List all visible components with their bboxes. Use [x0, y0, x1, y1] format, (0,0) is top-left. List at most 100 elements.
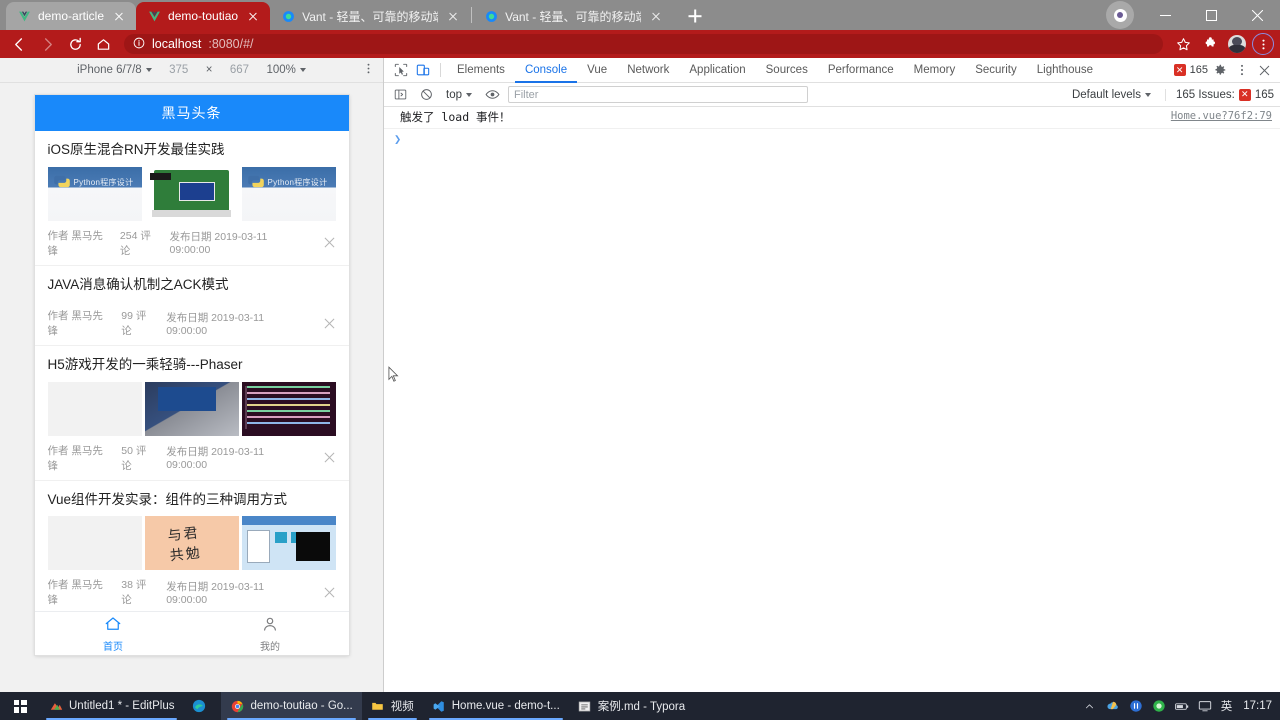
home-button[interactable]	[90, 31, 116, 57]
console-issues-link[interactable]: 165 Issues: ✕ 165	[1164, 88, 1274, 101]
console-levels-selector[interactable]: Default levels	[1072, 89, 1151, 101]
devtools-tab-memory[interactable]: Memory	[904, 58, 966, 83]
device-more-options-icon[interactable]	[362, 62, 375, 78]
window-minimize-button[interactable]	[1142, 0, 1188, 30]
devtools-tab-sources[interactable]: Sources	[756, 58, 818, 83]
error-icon: ✕	[1173, 64, 1186, 76]
chevron-up-icon[interactable]	[1083, 699, 1097, 713]
display-icon[interactable]	[1198, 699, 1212, 713]
devtools-tab-lighthouse[interactable]: Lighthouse	[1027, 58, 1103, 83]
taskbar-item-chrome[interactable]: demo-toutiao - Go...	[221, 692, 362, 720]
windows-start-icon	[13, 699, 27, 713]
browser-tab-3[interactable]: Vant - 轻量、可靠的移动端组件	[473, 2, 673, 30]
devtools-tab-vue[interactable]: Vue	[577, 58, 617, 83]
green-circle-icon[interactable]	[1152, 699, 1166, 713]
inspect-cursor-icon[interactable]	[390, 59, 412, 81]
extensions-puzzle-icon[interactable]	[1198, 32, 1222, 56]
taskbar-item-folder[interactable]: 视频	[362, 692, 423, 720]
article-date: 发布日期 2019-03-11 09:00:00	[166, 311, 265, 337]
zoom-value: 100%	[266, 64, 296, 76]
device-width-input[interactable]: 375	[162, 64, 196, 76]
tab-close-icon[interactable]	[111, 8, 127, 24]
taskbar-item-edge[interactable]	[183, 692, 221, 720]
live-expression-eye-icon[interactable]	[482, 85, 502, 105]
battery-icon[interactable]	[1174, 699, 1189, 713]
article-list[interactable]: iOS原生混合RN开发最佳实践 Python程序设计 Python程序设计 作者…	[34, 131, 349, 611]
console-prompt-row[interactable]: ❯	[384, 129, 1280, 149]
chrome-menu-kebab-icon[interactable]	[1252, 33, 1274, 55]
browser-tab-2[interactable]: Vant - 轻量、可靠的移动端组件	[270, 2, 470, 30]
device-zoom-selector[interactable]: 100%	[266, 64, 306, 76]
article-author: 作者 黑马先锋	[47, 579, 103, 607]
folder-icon	[371, 699, 385, 713]
article-item[interactable]: Vue组件开发实录：组件的三种调用方式 作者 黑马先锋 38 评论	[35, 481, 349, 611]
device-height-input[interactable]: 667	[222, 64, 256, 76]
taskbar-item-label: demo-toutiao - Go...	[250, 700, 353, 712]
window-maximize-button[interactable]	[1188, 0, 1234, 30]
article-item[interactable]: JAVA消息确认机制之ACK模式 作者 黑马先锋 99 评论 发布日期 2019…	[34, 266, 349, 347]
gear-icon[interactable]	[1210, 60, 1230, 80]
window-profile-button[interactable]	[1106, 1, 1134, 29]
console-output[interactable]: 触发了 load 事件！ Home.vue?76f2:79 ❯	[384, 107, 1280, 692]
article-dislike-close-icon[interactable]	[323, 236, 335, 249]
reload-button[interactable]	[62, 31, 88, 57]
taskbar-item-typora[interactable]: 案例.md - Typora	[569, 692, 694, 720]
article-dislike-close-icon[interactable]	[323, 317, 335, 330]
window-close-button[interactable]	[1234, 0, 1280, 30]
error-count-badge[interactable]: ✕ 165	[1173, 64, 1208, 76]
console-sidebar-icon[interactable]	[390, 85, 410, 105]
kebab-menu-icon[interactable]	[1232, 60, 1252, 80]
forward-button[interactable]	[34, 31, 60, 57]
devtools-tab-performance[interactable]: Performance	[818, 58, 904, 83]
browser-tab-strip: demo-article demo-toutiao Vant - 轻量、可靠的移…	[0, 0, 1280, 30]
article-comments: 254 评论	[119, 229, 151, 257]
taskbar-item-vscode[interactable]: Home.vue - demo-t...	[423, 692, 569, 720]
device-selector[interactable]: iPhone 6/7/8	[77, 64, 152, 76]
devtools-tab-network[interactable]: Network	[617, 58, 679, 83]
cloud-icon[interactable]	[1106, 699, 1120, 713]
article-author: 作者 黑马先锋	[47, 229, 103, 257]
taskbar-item-editplus[interactable]: Untitled1 * - EditPlus	[40, 692, 183, 720]
console-message-text: 触发了 load 事件！	[400, 110, 511, 124]
clock[interactable]: 17:17	[1241, 700, 1272, 712]
console-message-source-link[interactable]: Home.vue?76f2:79	[1171, 110, 1272, 122]
device-emulation-pane: iPhone 6/7/8 375 × 667 100% 黑马头条 iOS原生混合…	[0, 58, 384, 692]
article-date: 发布日期 2019-03-11 09:00:00	[166, 446, 265, 472]
pause-circle-icon[interactable]	[1129, 699, 1143, 713]
error-count: 165	[1189, 64, 1208, 76]
clear-console-icon[interactable]	[416, 85, 436, 105]
site-info-icon[interactable]	[133, 37, 145, 52]
devtools-tab-elements[interactable]: Elements	[447, 58, 515, 83]
article-thumbnail-image	[241, 516, 336, 571]
tabbar-item-home[interactable]: 首页	[35, 612, 192, 655]
devtools-tab-security[interactable]: Security	[965, 58, 1027, 83]
browser-tab-0[interactable]: demo-article	[6, 2, 137, 30]
article-dislike-close-icon[interactable]	[323, 451, 335, 464]
console-context-value: top	[446, 88, 462, 101]
article-item[interactable]: H5游戏开发的一乘轻骑---Phaser 作者 黑马先锋 50 评论 发布日期 …	[34, 346, 349, 481]
taskbar-item-label: 视频	[390, 701, 414, 713]
devtools-tab-console[interactable]: Console	[515, 58, 577, 83]
tab-close-icon[interactable]	[648, 8, 664, 24]
windows-start-button[interactable]	[0, 692, 40, 720]
new-tab-button[interactable]	[681, 2, 709, 30]
address-bar[interactable]: localhost:8080/#/	[124, 34, 1163, 54]
devtools-tab-application[interactable]: Application	[679, 58, 755, 83]
article-title: iOS原生混合RN开发最佳实践	[47, 142, 225, 157]
back-button[interactable]	[6, 31, 32, 57]
browser-tab-1[interactable]: demo-toutiao	[136, 2, 271, 30]
emulated-phone-viewport[interactable]: 黑马头条 iOS原生混合RN开发最佳实践 Python程序设计 Python程序…	[34, 95, 349, 655]
article-dislike-close-icon[interactable]	[323, 586, 335, 599]
ime-indicator[interactable]: 英	[1221, 698, 1233, 714]
tab-close-icon[interactable]	[445, 8, 461, 24]
profile-avatar[interactable]	[1225, 32, 1249, 56]
close-devtools-icon[interactable]	[1254, 60, 1274, 80]
bookmark-star-icon[interactable]	[1171, 32, 1195, 56]
console-filter-input[interactable]: Filter	[508, 86, 808, 103]
device-toggle-icon[interactable]	[412, 59, 434, 81]
article-title: JAVA消息确认机制之ACK模式	[47, 276, 229, 292]
article-item[interactable]: iOS原生混合RN开发最佳实践 Python程序设计 Python程序设计 作者…	[34, 131, 349, 266]
console-context-selector[interactable]: top	[442, 89, 476, 101]
tab-close-icon[interactable]	[245, 8, 261, 24]
tabbar-item-profile[interactable]: 我的	[192, 612, 349, 655]
